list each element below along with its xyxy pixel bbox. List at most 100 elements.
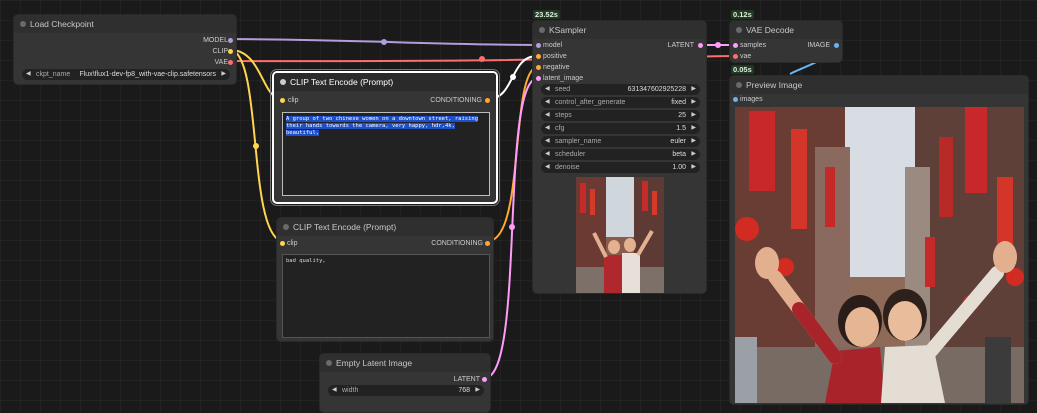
output-model[interactable]: MODEL <box>203 35 228 46</box>
output-latent[interactable]: LATENT <box>668 40 694 51</box>
arrow-right-icon[interactable]: ▶ <box>221 69 226 80</box>
output-image-port-icon[interactable] <box>834 43 839 48</box>
output-image[interactable]: IMAGE <box>807 40 830 51</box>
node-title[interactable]: VAE Decode <box>730 21 842 39</box>
arrow-left-icon[interactable]: ◀ <box>545 162 550 173</box>
steps-widget[interactable]: ◀ steps 25 ▶ <box>541 110 700 121</box>
output-conditioning[interactable]: CONDITIONING <box>430 95 482 106</box>
widget-value: euler <box>670 138 686 145</box>
arrow-left-icon[interactable]: ◀ <box>545 110 550 121</box>
collapse-dot-icon[interactable] <box>736 27 742 33</box>
input-vae-port-icon[interactable] <box>733 54 738 59</box>
control-after-generate-widget[interactable]: ◀ control_after_generate fixed ▶ <box>541 97 700 108</box>
arrow-left-icon[interactable]: ◀ <box>26 69 31 80</box>
width-widget[interactable]: ◀ width 768 ▶ <box>328 385 484 396</box>
input-latent-image-port-icon[interactable] <box>536 76 541 81</box>
widget-label: control_after_generate <box>555 99 626 106</box>
arrow-right-icon[interactable]: ▶ <box>691 136 696 147</box>
node-vae-decode[interactable]: VAE Decode samples vae IMAGE <box>729 20 843 63</box>
output-clip-port-icon[interactable] <box>228 49 233 54</box>
widget-label: seed <box>555 86 571 93</box>
output-model-port-icon[interactable] <box>228 38 233 43</box>
arrow-left-icon[interactable]: ◀ <box>545 123 550 134</box>
input-images[interactable]: images <box>740 94 763 105</box>
node-title[interactable]: Empty Latent Image <box>320 354 490 372</box>
node-load-checkpoint[interactable]: Load Checkpoint MODEL CLIP VAE ◀ ckpt_na… <box>13 14 237 85</box>
arrow-right-icon[interactable]: ▶ <box>691 162 696 173</box>
node-ksampler[interactable]: KSampler model positive negative latent_… <box>532 20 707 294</box>
output-latent-port-icon[interactable] <box>482 377 487 382</box>
output-latent[interactable]: LATENT <box>454 374 480 385</box>
input-vae[interactable]: vae <box>740 51 751 62</box>
collapse-dot-icon[interactable] <box>283 224 289 230</box>
ksampler-timing-badge: 23.52s <box>533 10 560 19</box>
collapse-dot-icon[interactable] <box>539 27 545 33</box>
input-clip-port-icon[interactable] <box>280 241 285 246</box>
input-samples-port-icon[interactable] <box>733 43 738 48</box>
node-preview-image[interactable]: Preview Image images <box>729 75 1029 405</box>
wire-vae-midpoint <box>479 56 485 62</box>
output-conditioning-port-icon[interactable] <box>485 241 490 246</box>
node-title[interactable]: Load Checkpoint <box>14 15 236 33</box>
input-images-port-icon[interactable] <box>733 97 738 102</box>
output-vae[interactable]: VAE <box>215 57 229 68</box>
arrow-right-icon[interactable]: ▶ <box>475 385 480 396</box>
node-clip-text-encode-negative[interactable]: CLIP Text Encode (Prompt) clip CONDITION… <box>276 217 494 342</box>
node-clip-text-encode-positive[interactable]: CLIP Text Encode (Prompt) clip CONDITION… <box>270 69 500 206</box>
input-clip[interactable]: clip <box>287 238 298 249</box>
sampler-name-widget[interactable]: ◀ sampler_name euler ▶ <box>541 136 700 147</box>
cfg-widget[interactable]: ◀ cfg 1.5 ▶ <box>541 123 700 134</box>
node-title[interactable]: CLIP Text Encode (Prompt) <box>274 73 496 91</box>
input-label: latent_image <box>543 75 584 82</box>
output-conditioning-port-icon[interactable] <box>485 98 490 103</box>
collapse-dot-icon[interactable] <box>280 79 286 85</box>
ckpt-name-combo[interactable]: ◀ ckpt_name Flux\flux1-dev-fp8_with-vae-… <box>22 69 230 80</box>
arrow-right-icon[interactable]: ▶ <box>691 149 696 160</box>
output-clip[interactable]: CLIP <box>212 46 228 57</box>
arrow-right-icon[interactable]: ▶ <box>691 84 696 95</box>
prompt-textarea[interactable]: bad quality, <box>282 254 490 338</box>
output-conditioning[interactable]: CONDITIONING <box>431 238 483 249</box>
node-title[interactable]: KSampler <box>533 21 706 39</box>
arrow-left-icon[interactable]: ◀ <box>545 136 550 147</box>
input-model[interactable]: model <box>543 40 562 51</box>
node-title[interactable]: Preview Image <box>730 76 1028 94</box>
input-label: negative <box>543 64 570 71</box>
prompt-text: A group of two chinese women on a downto… <box>286 116 479 136</box>
prompt-text: bad quality, <box>286 258 326 264</box>
widget-value: 25 <box>678 112 686 119</box>
arrow-left-icon[interactable]: ◀ <box>545 149 550 160</box>
input-positive[interactable]: positive <box>543 51 567 62</box>
input-latent-image[interactable]: latent_image <box>543 73 583 84</box>
collapse-dot-icon[interactable] <box>20 21 26 27</box>
node-empty-latent-image[interactable]: Empty Latent Image LATENT ◀ width 768 ▶ <box>319 353 491 413</box>
input-negative-port-icon[interactable] <box>536 65 541 70</box>
input-positive-port-icon[interactable] <box>536 54 541 59</box>
input-label: images <box>740 96 763 103</box>
seed-widget[interactable]: ◀ seed 631347602925228 ▶ <box>541 84 700 95</box>
wire-latent-midpoint <box>509 224 515 230</box>
input-samples[interactable]: samples <box>740 40 766 51</box>
widget-label: steps <box>555 112 572 119</box>
arrow-right-icon[interactable]: ▶ <box>691 110 696 121</box>
denoise-widget[interactable]: ◀ denoise 1.00 ▶ <box>541 162 700 173</box>
collapse-dot-icon[interactable] <box>326 360 332 366</box>
arrow-right-icon[interactable]: ▶ <box>691 97 696 108</box>
widget-value: 768 <box>458 387 470 394</box>
scheduler-widget[interactable]: ◀ scheduler beta ▶ <box>541 149 700 160</box>
input-clip-port-icon[interactable] <box>280 98 285 103</box>
prompt-textarea[interactable]: A group of two chinese women on a downto… <box>282 112 490 196</box>
arrow-left-icon[interactable]: ◀ <box>332 385 337 396</box>
output-vae-port-icon[interactable] <box>228 60 233 65</box>
arrow-left-icon[interactable]: ◀ <box>545 84 550 95</box>
output-latent-port-icon[interactable] <box>698 43 703 48</box>
wire-clip-midpoint <box>253 143 259 149</box>
input-model-port-icon[interactable] <box>536 43 541 48</box>
arrow-left-icon[interactable]: ◀ <box>545 97 550 108</box>
input-negative[interactable]: negative <box>543 62 569 73</box>
node-title[interactable]: CLIP Text Encode (Prompt) <box>277 218 493 236</box>
clip-pos-title: CLIP Text Encode (Prompt) <box>290 77 394 87</box>
arrow-right-icon[interactable]: ▶ <box>691 123 696 134</box>
collapse-dot-icon[interactable] <box>736 82 742 88</box>
input-clip[interactable]: clip <box>288 95 299 106</box>
